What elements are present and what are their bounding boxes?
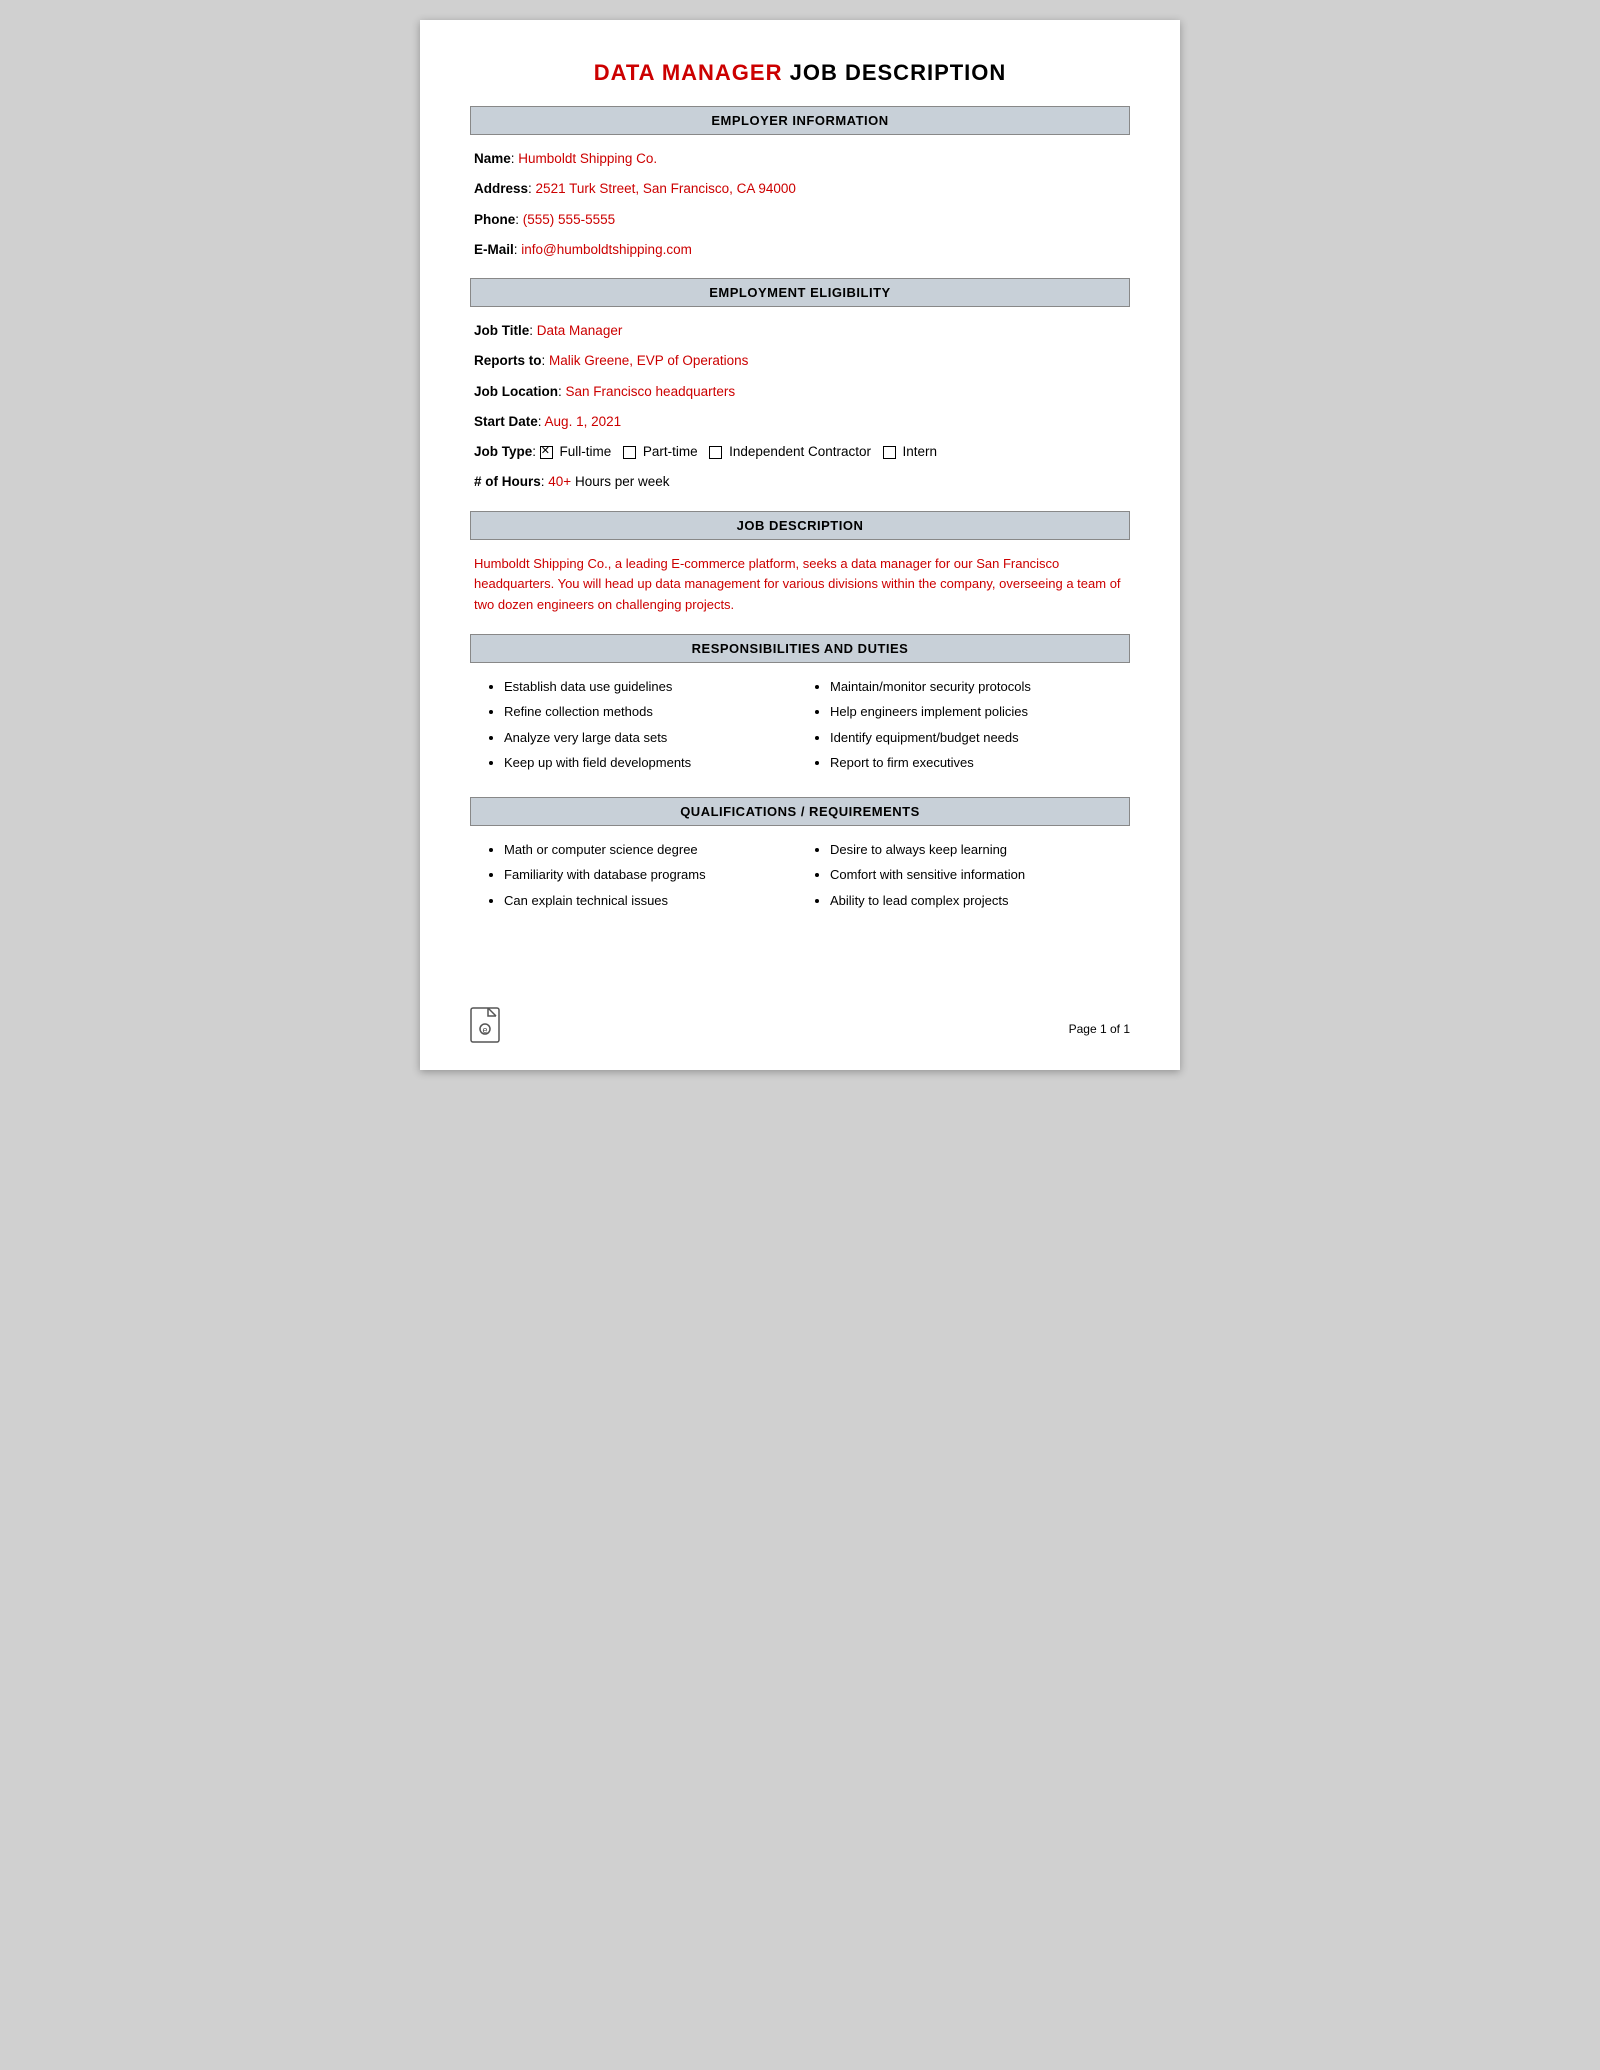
qualifications-section: QUALIFICATIONS / REQUIREMENTS Math or co…	[470, 797, 1130, 917]
job-type-label: Job Type	[474, 444, 532, 459]
list-item: Keep up with field developments	[504, 753, 800, 773]
list-item: Math or computer science degree	[504, 840, 800, 860]
reports-to-line: Reports to: Malik Greene, EVP of Operati…	[474, 351, 1126, 371]
employer-address-value: 2521 Turk Street, San Francisco, CA 9400…	[536, 181, 796, 196]
employer-address-label: Address	[474, 181, 528, 196]
employer-name-label: Name	[474, 151, 511, 166]
list-item: Establish data use guidelines	[504, 677, 800, 697]
page-title: DATA MANAGER JOB DESCRIPTION	[470, 60, 1130, 86]
contractor-label: Independent Contractor	[729, 444, 871, 459]
qualifications-right-list: Desire to always keep learning Comfort w…	[810, 840, 1126, 911]
responsibilities-list: Establish data use guidelines Refine col…	[470, 677, 1130, 779]
job-title-line: Job Title: Data Manager	[474, 321, 1126, 341]
reports-to-value: Malik Greene, EVP of Operations	[549, 353, 748, 368]
parttime-label: Part-time	[643, 444, 698, 459]
intern-label: Intern	[903, 444, 938, 459]
title-red-part: DATA MANAGER	[594, 60, 783, 85]
job-location-line: Job Location: San Francisco headquarters	[474, 382, 1126, 402]
responsibilities-left-col: Establish data use guidelines Refine col…	[474, 677, 800, 779]
fulltime-checkbox[interactable]	[540, 446, 553, 459]
list-item: Comfort with sensitive information	[830, 865, 1126, 885]
employer-email-label: E-Mail	[474, 242, 514, 257]
document-footer: e Page 1 of 1	[470, 1007, 1130, 1050]
intern-checkbox[interactable]	[883, 446, 896, 459]
list-item: Report to firm executives	[830, 753, 1126, 773]
employer-phone-label: Phone	[474, 212, 515, 227]
employer-phone-value: (555) 555-5555	[523, 212, 615, 227]
start-date-value: Aug. 1, 2021	[545, 414, 622, 429]
job-location-value: San Francisco headquarters	[566, 384, 736, 399]
start-date-label: Start Date	[474, 414, 538, 429]
employer-email-value: info@humboldtshipping.com	[521, 242, 692, 257]
job-description-header: JOB DESCRIPTION	[470, 511, 1130, 540]
list-item: Help engineers implement policies	[830, 702, 1126, 722]
hours-suffix: Hours per week	[571, 474, 669, 489]
responsibilities-header: RESPONSIBILITIES AND DUTIES	[470, 634, 1130, 663]
hours-label: # of Hours	[474, 474, 541, 489]
employer-email-line: E-Mail: info@humboldtshipping.com	[474, 240, 1126, 260]
list-item: Desire to always keep learning	[830, 840, 1126, 860]
start-date-line: Start Date: Aug. 1, 2021	[474, 412, 1126, 432]
list-item: Can explain technical issues	[504, 891, 800, 911]
job-type-line: Job Type: Full-time Part-time Independen…	[474, 442, 1126, 462]
hours-line: # of Hours: 40+ Hours per week	[474, 472, 1126, 492]
employer-section: EMPLOYER INFORMATION Name: Humboldt Ship…	[470, 106, 1130, 260]
employer-header: EMPLOYER INFORMATION	[470, 106, 1130, 135]
document-page: DATA MANAGER JOB DESCRIPTION EMPLOYER IN…	[420, 20, 1180, 1070]
hours-value: 40+	[548, 474, 571, 489]
list-item: Analyze very large data sets	[504, 728, 800, 748]
list-item: Refine collection methods	[504, 702, 800, 722]
page-number: Page 1 of 1	[1069, 1022, 1130, 1036]
responsibilities-right-col: Maintain/monitor security protocols Help…	[800, 677, 1126, 779]
responsibilities-section: RESPONSIBILITIES AND DUTIES Establish da…	[470, 634, 1130, 779]
reports-to-label: Reports to	[474, 353, 542, 368]
job-title-value: Data Manager	[537, 323, 623, 338]
parttime-checkbox[interactable]	[623, 446, 636, 459]
document-icon: e	[470, 1007, 500, 1050]
fulltime-label: Full-time	[560, 444, 612, 459]
title-black-part: JOB DESCRIPTION	[782, 60, 1006, 85]
employer-address-line: Address: 2521 Turk Street, San Francisco…	[474, 179, 1126, 199]
list-item: Identify equipment/budget needs	[830, 728, 1126, 748]
list-item: Familiarity with database programs	[504, 865, 800, 885]
qualifications-right-col: Desire to always keep learning Comfort w…	[800, 840, 1126, 917]
qualifications-list: Math or computer science degree Familiar…	[470, 840, 1130, 917]
job-location-label: Job Location	[474, 384, 558, 399]
contractor-checkbox[interactable]	[709, 446, 722, 459]
qualifications-header: QUALIFICATIONS / REQUIREMENTS	[470, 797, 1130, 826]
eligibility-info-block: Job Title: Data Manager Reports to: Mali…	[470, 321, 1130, 493]
eligibility-section: EMPLOYMENT ELIGIBILITY Job Title: Data M…	[470, 278, 1130, 493]
responsibilities-left-list: Establish data use guidelines Refine col…	[484, 677, 800, 773]
svg-text:e: e	[483, 1025, 488, 1035]
employer-phone-line: Phone: (555) 555-5555	[474, 210, 1126, 230]
qualifications-left-list: Math or computer science degree Familiar…	[484, 840, 800, 911]
list-item: Ability to lead complex projects	[830, 891, 1126, 911]
eligibility-header: EMPLOYMENT ELIGIBILITY	[470, 278, 1130, 307]
employer-name-line: Name: Humboldt Shipping Co.	[474, 149, 1126, 169]
list-item: Maintain/monitor security protocols	[830, 677, 1126, 697]
employer-info-block: Name: Humboldt Shipping Co. Address: 252…	[470, 149, 1130, 260]
employer-name-value: Humboldt Shipping Co.	[518, 151, 657, 166]
qualifications-left-col: Math or computer science degree Familiar…	[474, 840, 800, 917]
job-description-text: Humboldt Shipping Co., a leading E-comme…	[470, 554, 1130, 616]
job-title-label: Job Title	[474, 323, 529, 338]
job-description-section: JOB DESCRIPTION Humboldt Shipping Co., a…	[470, 511, 1130, 616]
responsibilities-right-list: Maintain/monitor security protocols Help…	[810, 677, 1126, 773]
